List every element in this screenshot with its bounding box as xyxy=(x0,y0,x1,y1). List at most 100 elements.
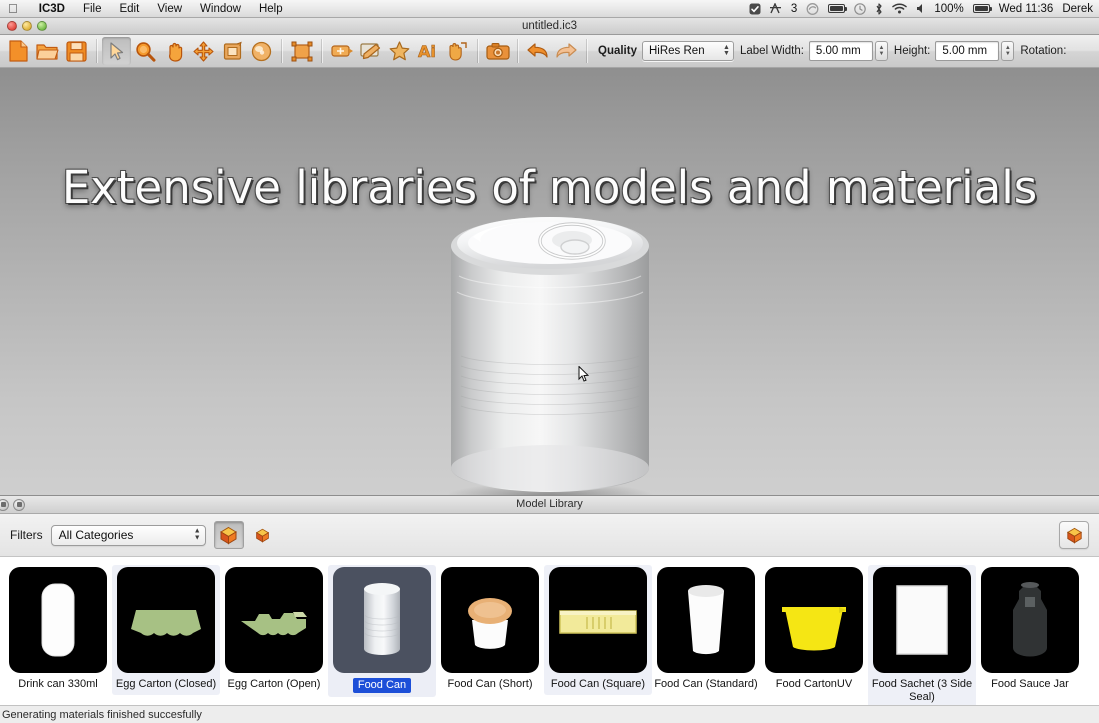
library-item-food-can-square[interactable]: Food Can (Square) xyxy=(544,565,652,695)
thumbnail-image xyxy=(765,567,863,673)
signal-bars-icon[interactable] xyxy=(769,3,782,14)
status-bar: Generating materials finished succesfull… xyxy=(0,705,1099,723)
illustrator-ai-button[interactable]: Ai xyxy=(414,37,443,65)
thumbnail-image xyxy=(117,567,215,673)
thumbnail-label: Food Sauce Jar xyxy=(991,678,1069,690)
fit-tools-group xyxy=(287,36,316,66)
thumbnail-label: Food Can (Standard) xyxy=(654,678,758,690)
menu-bar-clock[interactable]: Wed 11:36 xyxy=(999,3,1054,15)
height-stepper[interactable]: ▲ ▼ xyxy=(1001,41,1015,61)
label-width-stepper[interactable]: ▲ ▼ xyxy=(874,41,888,61)
toolbar-separator xyxy=(96,39,97,63)
select-arrow-button[interactable] xyxy=(102,37,131,65)
library-item-drink-can-330ml[interactable]: Drink can 330ml xyxy=(4,565,112,695)
undo-redo-group xyxy=(523,36,581,66)
new-document-button[interactable] xyxy=(4,37,33,65)
battery-indicator-icon[interactable] xyxy=(972,4,992,13)
quality-label: Quality xyxy=(598,45,637,57)
library-item-egg-carton-open[interactable]: Egg Carton (Open) xyxy=(220,565,328,695)
thumbnail-image xyxy=(441,567,539,673)
open-folder-button[interactable] xyxy=(33,37,62,65)
toolbar-separator xyxy=(281,39,282,63)
navigation-tools-group xyxy=(102,36,276,66)
pan-hand-button[interactable] xyxy=(160,37,189,65)
fit-to-view-button[interactable] xyxy=(287,37,316,65)
status-message: Generating materials finished succesfull… xyxy=(2,708,202,721)
thumbnail-label: Food CartonUV xyxy=(775,678,853,690)
menu-bar-status-items: 3 100% Wed 11:36 Derek xyxy=(749,3,1099,15)
model-library-title: Model Library xyxy=(516,498,583,510)
model-view-button[interactable] xyxy=(213,521,244,549)
menu-bar-username[interactable]: Derek xyxy=(1062,3,1093,15)
add-model-button[interactable] xyxy=(1059,521,1089,549)
library-item-food-can-standard[interactable]: Food Can (Standard) xyxy=(652,565,760,695)
render-sphere-button[interactable] xyxy=(247,37,276,65)
favourites-star-button[interactable] xyxy=(385,37,414,65)
menu-item-help[interactable]: Help xyxy=(250,0,292,18)
library-item-food-can-short[interactable]: Food Can (Short) xyxy=(436,565,544,695)
material-view-button[interactable] xyxy=(248,521,278,549)
clock-icon[interactable] xyxy=(854,2,867,15)
zoom-magnifier-button[interactable] xyxy=(131,37,160,65)
thumbnail-label: Drink can 330ml xyxy=(18,678,98,690)
quality-select[interactable]: HiRes Ren ▲ ▼ xyxy=(641,41,734,61)
model-thumbnail-strip[interactable]: Drink can 330ml Egg Carton (Closed) Egg … xyxy=(0,557,1099,705)
label-width-input[interactable]: 5.00 mm xyxy=(808,41,873,61)
filters-label: Filters xyxy=(10,528,43,542)
menu-item-edit[interactable]: Edit xyxy=(110,0,148,18)
volume-icon[interactable] xyxy=(916,3,925,14)
file-tools-group xyxy=(4,36,91,66)
checkmark-badge-icon[interactable] xyxy=(749,3,761,15)
save-disk-button[interactable] xyxy=(62,37,91,65)
rotation-label: Rotation: xyxy=(1020,45,1067,57)
bluetooth-icon[interactable] xyxy=(875,2,883,15)
thumbnail-image xyxy=(657,567,755,673)
category-filter-value: All Categories xyxy=(58,528,134,542)
3d-viewport[interactable]: Extensive libraries of models and materi… xyxy=(0,68,1099,495)
wifi-icon[interactable] xyxy=(892,3,908,14)
library-item-food-sauce-jar[interactable]: Food Sauce Jar xyxy=(976,565,1084,695)
thumbnail-label: Food Can (Short) xyxy=(447,678,533,690)
library-filter-bar: Filters All Categories ▲ ▼ xyxy=(0,514,1099,557)
library-item-food-can[interactable]: Food Can xyxy=(328,565,436,697)
food-can-3d-model[interactable] xyxy=(441,206,659,495)
thumbnail-label: Food Sachet (3 Side Seal) xyxy=(871,678,973,703)
thumbnail-image xyxy=(225,567,323,673)
toolbar-separator xyxy=(477,39,478,63)
dropbox-icon[interactable] xyxy=(806,2,819,15)
menu-item-file[interactable]: File xyxy=(74,0,111,18)
export-button[interactable] xyxy=(443,37,472,65)
battery-icon[interactable] xyxy=(828,4,848,13)
label-width-label: Label Width: xyxy=(739,45,804,57)
menu-item-ic3d[interactable]: IC3D xyxy=(30,0,74,18)
window-title: untitled.ic3 xyxy=(522,19,577,32)
thumbnail-image xyxy=(333,567,431,673)
library-item-egg-carton-closed[interactable]: Egg Carton (Closed) xyxy=(112,565,220,695)
undo-arrow-button[interactable] xyxy=(523,37,552,65)
thumbnail-image xyxy=(981,567,1079,673)
thumbnail-image xyxy=(873,567,971,673)
menu-item-view[interactable]: View xyxy=(148,0,191,18)
main-toolbar: Ai Quality HiRes Ren ▲ ▼ Label Width: 5.… xyxy=(0,35,1099,68)
model-library-header: Model Library xyxy=(0,495,1099,514)
add-artwork-button[interactable] xyxy=(327,37,356,65)
quality-value: HiRes Ren xyxy=(648,45,705,57)
category-filter-select[interactable]: All Categories ▲ ▼ xyxy=(50,524,206,546)
mac-menu-bar:  IC3D File Edit View Window Help 3 100%… xyxy=(0,0,1099,18)
redo-arrow-button[interactable] xyxy=(552,37,581,65)
library-item-food-cartonuv[interactable]: Food CartonUV xyxy=(760,565,868,695)
toolbar-separator xyxy=(586,39,587,63)
snapshot-group xyxy=(483,36,512,66)
height-input[interactable]: 5.00 mm xyxy=(935,41,1000,61)
move-arrows-button[interactable] xyxy=(189,37,218,65)
edit-artwork-button[interactable] xyxy=(356,37,385,65)
apple-logo-icon[interactable]:  xyxy=(8,2,18,15)
menu-item-window[interactable]: Window xyxy=(191,0,250,18)
window-title-bar: untitled.ic3 xyxy=(0,18,1099,35)
label-placement-button[interactable] xyxy=(218,37,247,65)
camera-snapshot-button[interactable] xyxy=(483,37,512,65)
signal-count: 3 xyxy=(790,2,798,15)
battery-percent: 100% xyxy=(934,2,964,15)
toolbar-separator xyxy=(517,39,518,63)
library-item-food-sachet-3-side-seal[interactable]: Food Sachet (3 Side Seal) xyxy=(868,565,976,705)
